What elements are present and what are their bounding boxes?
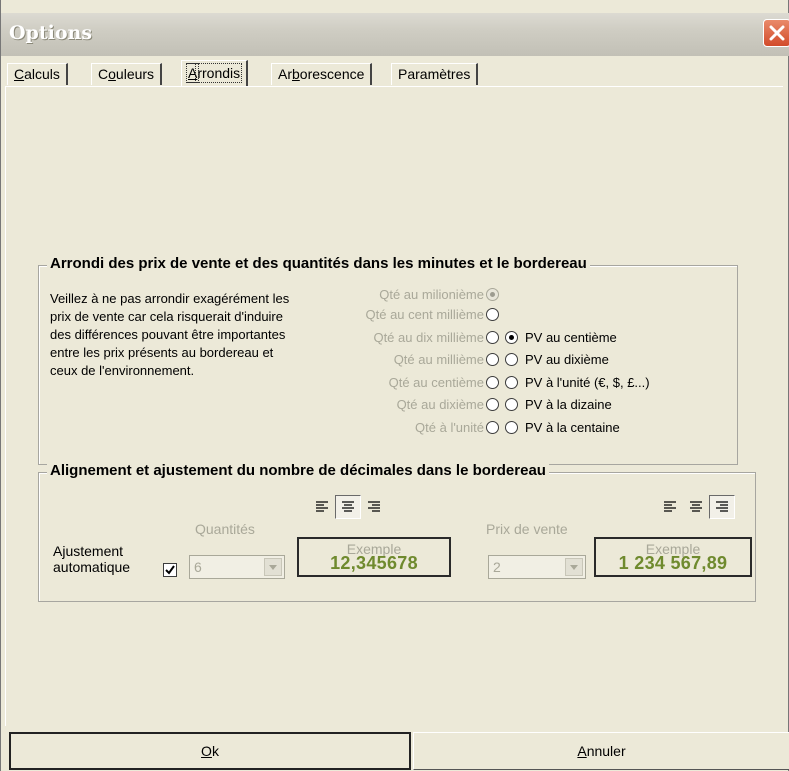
dropdown-arrow-icon[interactable] bbox=[264, 558, 282, 576]
align-right-icon bbox=[368, 501, 380, 512]
rounding-group-title: Arrondi des prix de vente et des quantit… bbox=[47, 255, 590, 272]
qty-option-hundred-thousandth[interactable]: Qté au cent millième bbox=[366, 304, 499, 324]
close-icon bbox=[769, 25, 785, 41]
radio-button[interactable] bbox=[486, 330, 499, 344]
align-center-icon bbox=[342, 501, 354, 512]
ok-button[interactable]: Ok bbox=[9, 732, 411, 770]
radio-button[interactable] bbox=[505, 375, 518, 389]
qty-option-ten-thousandth[interactable]: Qté au dix millième bbox=[373, 327, 499, 347]
price-option-hundredth[interactable]: PV au centième bbox=[505, 327, 617, 347]
rounding-warning-note: Veillez à ne pas arrondir exagérément le… bbox=[50, 291, 290, 378]
tab-page-arrondis: Arrondi des prix de vente et des quantit… bbox=[5, 86, 783, 726]
checkmark-icon bbox=[165, 565, 175, 575]
price-alignment-buttons bbox=[657, 495, 735, 519]
qty-option-tenth[interactable]: Qté au dixième bbox=[397, 394, 499, 414]
qty-option-millionth[interactable]: Qté au milionième bbox=[379, 284, 499, 304]
price-option-hundred[interactable]: PV à la centaine bbox=[505, 417, 620, 437]
price-option-unit[interactable]: PV à l'unité (€, $, £...) bbox=[505, 372, 650, 392]
qty-align-right-button[interactable] bbox=[361, 495, 387, 519]
price-option-tenth[interactable]: PV au dixième bbox=[505, 349, 609, 369]
qty-example-box: Exemple 12,345678 bbox=[297, 537, 451, 577]
qty-option-hundredth[interactable]: Qté au centième bbox=[389, 372, 499, 392]
dropdown-arrow-icon[interactable] bbox=[565, 558, 583, 576]
align-right-icon bbox=[716, 501, 728, 512]
qty-decimals-select[interactable]: 6 bbox=[189, 555, 285, 579]
radio-button[interactable] bbox=[486, 287, 499, 301]
window-title: Options bbox=[9, 22, 93, 44]
price-align-right-button[interactable] bbox=[709, 495, 735, 519]
align-left-icon bbox=[664, 501, 676, 512]
cancel-button[interactable]: Annuler bbox=[413, 732, 789, 770]
auto-adjust-label: Ajustement automatique bbox=[53, 543, 131, 575]
price-align-center-button[interactable] bbox=[683, 495, 709, 519]
dialog-button-bar: Ok Annuler bbox=[1, 730, 789, 771]
title-bar[interactable]: Options bbox=[1, 13, 789, 56]
align-left-icon bbox=[316, 501, 328, 512]
alignment-group: Alignement et ajustement du nombre de dé… bbox=[38, 462, 756, 602]
options-dialog: Options Calculs Couleurs Arrondis Arbore… bbox=[0, 0, 789, 771]
radio-button[interactable] bbox=[486, 352, 499, 366]
alignment-group-title: Alignement et ajustement du nombre de dé… bbox=[47, 462, 549, 479]
price-example-box: Exemple 1 234 567,89 bbox=[594, 537, 752, 577]
rounding-group: Arrondi des prix de vente et des quantit… bbox=[38, 255, 738, 465]
radio-button[interactable] bbox=[505, 330, 518, 344]
radio-button[interactable] bbox=[486, 397, 499, 411]
qty-example-value: 12,345678 bbox=[330, 553, 418, 573]
radio-button[interactable] bbox=[486, 307, 499, 321]
price-align-left-button[interactable] bbox=[657, 495, 683, 519]
quantities-label: Quantités bbox=[195, 521, 255, 537]
tab-arborescence[interactable]: Arborescence bbox=[271, 63, 373, 85]
qty-align-left-button[interactable] bbox=[309, 495, 335, 519]
radio-button[interactable] bbox=[486, 420, 499, 434]
qty-alignment-buttons bbox=[309, 495, 387, 519]
price-example-value: 1 234 567,89 bbox=[618, 553, 728, 573]
tab-calculs[interactable]: Calculs bbox=[7, 63, 68, 85]
price-decimals-select[interactable]: 2 bbox=[488, 555, 586, 579]
tab-arrondis[interactable]: Arrondis bbox=[181, 60, 249, 86]
qty-option-unit[interactable]: Qté à l'unité bbox=[415, 417, 499, 437]
prix-de-vente-label: Prix de vente bbox=[486, 521, 568, 537]
auto-adjust-checkbox[interactable] bbox=[163, 563, 177, 577]
radio-button[interactable] bbox=[486, 375, 499, 389]
qty-option-thousandth[interactable]: Qté au millième bbox=[394, 349, 499, 369]
radio-button[interactable] bbox=[505, 420, 518, 434]
qty-align-center-button[interactable] bbox=[335, 495, 361, 519]
radio-button[interactable] bbox=[505, 352, 518, 366]
close-button[interactable] bbox=[763, 19, 789, 47]
tab-couleurs[interactable]: Couleurs bbox=[91, 63, 163, 85]
tab-parametres[interactable]: Paramètres bbox=[391, 63, 479, 85]
align-center-icon bbox=[690, 501, 702, 512]
price-option-ten[interactable]: PV à la dizaine bbox=[505, 394, 612, 414]
radio-button[interactable] bbox=[505, 397, 518, 411]
